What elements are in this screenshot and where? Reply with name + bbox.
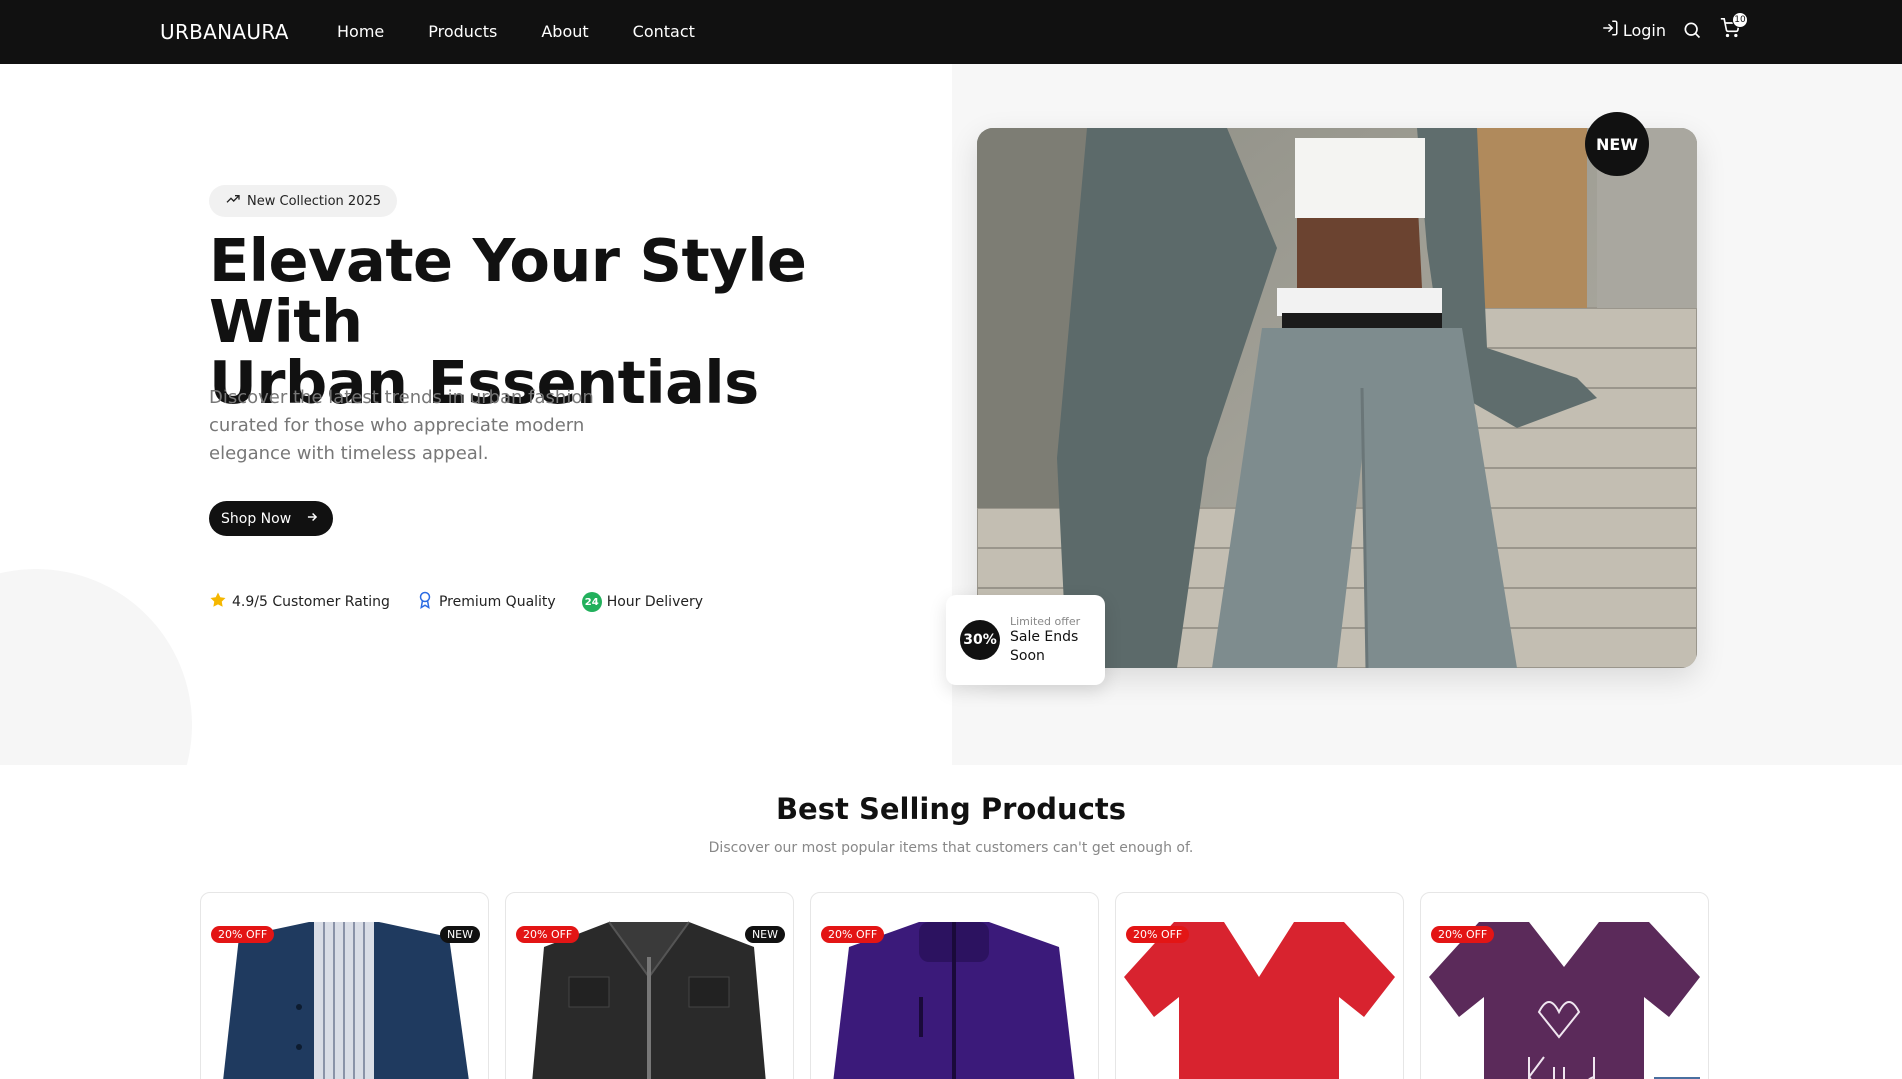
feature-delivery: 24 Hour Delivery	[581, 591, 704, 613]
new-tag-badge: NEW	[439, 926, 480, 943]
star-icon	[209, 591, 227, 613]
cart-button[interactable]: 10	[1718, 12, 1748, 42]
limited-offer-card: 30% Limited offer Sale Ends Soon	[946, 595, 1105, 685]
nav-link-products[interactable]: Products	[428, 22, 497, 41]
product-grid: 20% OFF NEW 20% OFF NEW 20% OFF 20% OFF …	[200, 892, 1709, 1079]
shop-now-button[interactable]: Shop Now	[209, 501, 334, 536]
feature-rating: 4.9/5 Customer Rating	[209, 591, 390, 613]
product-card[interactable]: 20% OFF	[1420, 892, 1709, 1079]
hero-photo-illustration	[977, 128, 1697, 668]
discount-badge: 20% OFF	[516, 926, 580, 943]
best-selling-title: Best Selling Products	[775, 792, 1127, 826]
offer-text-group: Limited offer Sale Ends Soon	[1010, 615, 1091, 666]
nav-link-about[interactable]: About	[541, 22, 588, 41]
hero-image	[977, 128, 1697, 668]
new-badge-circle: NEW	[1585, 112, 1649, 176]
discount-badge: 20% OFF	[821, 926, 885, 943]
discount-badge: 20% OFF	[1126, 926, 1190, 943]
discount-badge: 20% OFF	[211, 926, 275, 943]
product-card[interactable]: 20% OFF NEW	[505, 892, 794, 1079]
product-card[interactable]: 20% OFF	[810, 892, 1099, 1079]
decorative-circle	[0, 569, 192, 765]
login-label: Login	[1622, 20, 1666, 40]
hero-title-line1: Elevate Your Style With	[209, 226, 807, 356]
top-navbar: URBANAURA Home Products About Contact Lo…	[0, 0, 1902, 64]
login-icon	[1601, 19, 1619, 41]
feature-delivery-label: Hour Delivery	[606, 594, 704, 610]
feature-quality-label: Premium Quality	[438, 594, 556, 610]
award-ribbon-icon	[416, 591, 434, 613]
new-collection-pill: New Collection 2025	[209, 185, 398, 217]
arrow-right-icon	[305, 510, 319, 528]
hero-subtitle: Discover the latest trends in urban fash…	[209, 387, 594, 464]
search-icon[interactable]	[1680, 18, 1704, 42]
pill-label: New Collection 2025	[247, 193, 382, 209]
offer-percent: 30%	[960, 620, 1000, 660]
nav-link-home[interactable]: Home	[337, 22, 384, 41]
login-button[interactable]: Login	[1601, 19, 1666, 41]
discount-badge: 20% OFF	[1431, 926, 1495, 943]
shop-now-label: Shop Now	[221, 510, 292, 527]
nav-link-contact[interactable]: Contact	[633, 22, 695, 41]
offer-main-label: Sale Ends Soon	[1010, 628, 1079, 664]
product-card[interactable]: 20% OFF	[1115, 892, 1404, 1079]
new-tag-badge: NEW	[744, 926, 785, 943]
feature-quality: Premium Quality	[416, 591, 556, 613]
delivery-24-icon: 24	[581, 592, 602, 612]
cart-count-badge: 10	[1732, 12, 1748, 28]
best-selling-subtitle: Discover our most popular items that cus…	[708, 840, 1194, 856]
hero-section: New Collection 2025 Elevate Your Style W…	[0, 64, 1902, 765]
product-card[interactable]: 20% OFF NEW	[200, 892, 489, 1079]
nav-actions: Login 10	[1601, 12, 1748, 42]
brand-logo[interactable]: URBANAURA	[160, 20, 289, 44]
feature-rating-label: 4.9/5 Customer Rating	[232, 594, 390, 610]
hero-features: 4.9/5 Customer Rating Premium Quality 24…	[209, 591, 703, 613]
nav-links: Home Products About Contact	[337, 22, 739, 41]
offer-small-label: Limited offer	[1010, 614, 1081, 628]
trending-up-icon	[225, 191, 241, 211]
